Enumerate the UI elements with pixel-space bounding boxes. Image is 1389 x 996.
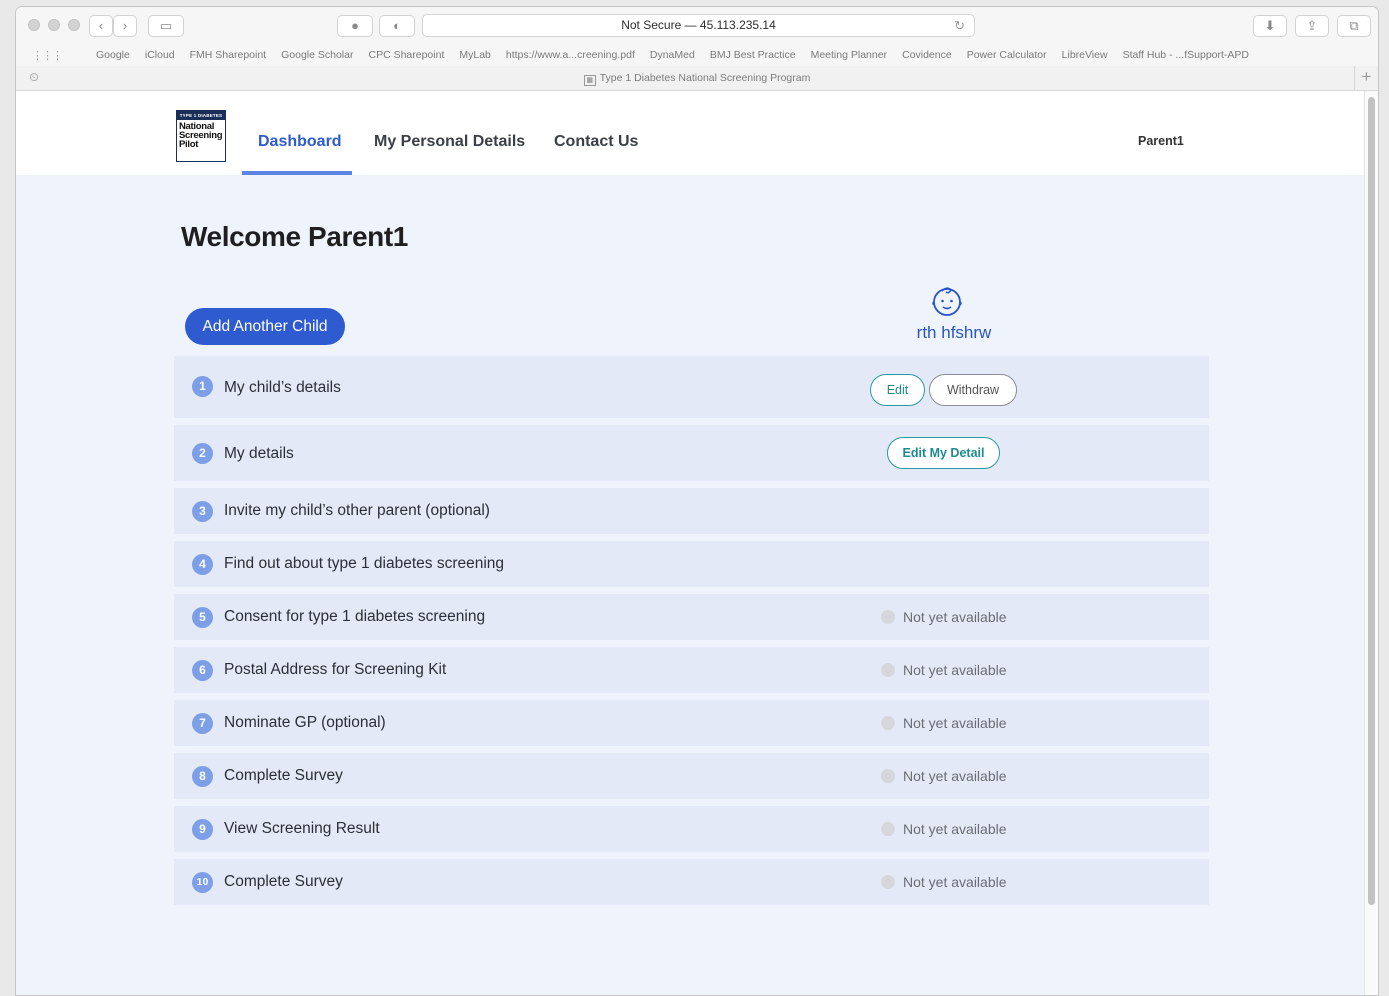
status-text: Not yet available [903, 715, 1007, 731]
status-dot-icon [881, 822, 895, 836]
status-text: Not yet available [903, 609, 1007, 625]
step-number-badge: 2 [192, 443, 213, 464]
browser-toolbar: ‹ › ▭ ● ◐ Not Secure — 45.113.235.14 ↻ ⬇… [16, 7, 1378, 46]
step-row-child-details: 1 My child’s details Edit Withdraw [174, 356, 1209, 418]
site-header: TYPE 1 DIABETES National Screening Pilot… [16, 91, 1366, 175]
reload-icon[interactable]: ↻ [954, 15, 965, 36]
bookmark-item[interactable]: BMJ Best Practice [710, 49, 796, 61]
tab-favicon-icon: ▦ [583, 75, 596, 86]
step-row-invite-parent: 3 Invite my child’s other parent (option… [174, 488, 1209, 534]
step-label[interactable]: Find out about type 1 diabetes screening [224, 555, 504, 573]
bookmark-item[interactable]: LibreView [1062, 49, 1108, 61]
bookmark-item[interactable]: Covidence [902, 49, 952, 61]
child-name[interactable]: rth hfshrw [894, 323, 1014, 343]
step-number-badge: 4 [192, 554, 213, 575]
step-number-badge: 7 [192, 713, 213, 734]
new-tab-button[interactable]: + [1354, 66, 1378, 90]
step-number-badge: 8 [192, 766, 213, 787]
address-bar[interactable]: Not Secure — 45.113.235.14 ↻ [422, 14, 975, 37]
bookmarks-bar: ⋮⋮⋮ Google iCloud FMH Sharepoint Google Sch… [16, 46, 1378, 66]
step-number-badge: 1 [192, 376, 213, 397]
add-another-child-button[interactable]: Add Another Child [185, 308, 345, 345]
user-menu[interactable]: Parent1 [1138, 134, 1184, 148]
logo-text: National Screening Pilot [179, 121, 223, 150]
grammarly-extension-icon[interactable]: ● [337, 15, 373, 37]
step-number-badge: 9 [192, 819, 213, 840]
step-label: Nominate GP (optional) [224, 714, 386, 731]
forward-button[interactable]: › [113, 15, 137, 37]
bookmark-item[interactable]: MyLab [459, 49, 491, 61]
status-text: Not yet available [903, 874, 1007, 890]
url-text: Not Secure — 45.113.235.14 [621, 18, 776, 32]
bookmark-item[interactable]: https://www.a...creening.pdf [506, 49, 635, 61]
nav-my-personal-details[interactable]: My Personal Details [374, 133, 525, 151]
step-label: View Screening Result [224, 820, 380, 837]
step-number-badge: 10 [192, 872, 213, 893]
bookmark-item[interactable]: Google Scholar [281, 49, 353, 61]
bookmark-item[interactable]: iCloud [145, 49, 175, 61]
edit-child-button[interactable]: Edit [870, 374, 925, 406]
privacy-shield-icon[interactable]: ◐ [379, 15, 415, 37]
nav-contact-us[interactable]: Contact Us [554, 133, 638, 151]
favorites-grid-icon[interactable]: ⋮⋮⋮ [32, 49, 63, 62]
status-dot-icon [881, 610, 895, 624]
status-dot-icon [881, 716, 895, 730]
nav-dashboard[interactable]: Dashboard [258, 133, 342, 151]
bookmark-item[interactable]: Staff Hub - ...fSupport-APD [1123, 49, 1249, 61]
status-text: Not yet available [903, 821, 1007, 837]
step-label: Complete Survey [224, 767, 343, 784]
bookmark-item[interactable]: FMH Sharepoint [190, 49, 266, 61]
step-number-badge: 5 [192, 607, 213, 628]
bookmark-item[interactable]: Power Calculator [967, 49, 1047, 61]
step-row-view-result: 9 View Screening Result Not yet availabl… [174, 806, 1209, 852]
step-row-my-details: 2 My details Edit My Detail [174, 425, 1209, 481]
sidebar-toggle-icon[interactable]: ▭ [148, 15, 184, 37]
browser-window: ‹ › ▭ ● ◐ Not Secure — 45.113.235.14 ↻ ⬇… [15, 6, 1379, 996]
logo-band: TYPE 1 DIABETES [177, 111, 225, 120]
step-row-complete-survey-final: 10 Complete Survey Not yet available [174, 859, 1209, 905]
site-logo[interactable]: TYPE 1 DIABETES National Screening Pilot [176, 110, 226, 162]
bookmark-item[interactable]: Google [96, 49, 130, 61]
zoom-window-button[interactable] [68, 19, 80, 31]
bookmark-item[interactable]: CPC Sharepoint [368, 49, 444, 61]
step-label: Complete Survey [224, 873, 343, 890]
tab-title: Type 1 Diabetes National Screening Progr… [599, 72, 811, 84]
share-icon[interactable]: ⇪ [1295, 15, 1329, 37]
active-nav-indicator [242, 171, 352, 175]
step-row-postal-address: 6 Postal Address for Screening Kit Not y… [174, 647, 1209, 693]
bookmark-item[interactable]: Meeting Planner [811, 49, 887, 61]
back-button[interactable]: ‹ [89, 15, 113, 37]
status-dot-icon [881, 663, 895, 677]
page-content: TYPE 1 DIABETES National Screening Pilot… [16, 91, 1366, 995]
page-scrollbar[interactable] [1364, 91, 1378, 995]
step-number-badge: 6 [192, 660, 213, 681]
status-text: Not yet available [903, 662, 1007, 678]
step-label[interactable]: My details [224, 445, 294, 463]
tabs-overview-icon[interactable]: ⧉ [1337, 15, 1371, 37]
step-row-consent: 5 Consent for type 1 diabetes screening … [174, 594, 1209, 640]
page-title: Welcome Parent1 [181, 221, 408, 252]
step-number-badge: 3 [192, 501, 213, 522]
step-label: Consent for type 1 diabetes screening [224, 608, 486, 625]
tab-bar: ⏲ ▦ Type 1 Diabetes National Screening Pr… [16, 66, 1378, 91]
status-text: Not yet available [903, 768, 1007, 784]
scroll-thumb[interactable] [1368, 97, 1375, 905]
step-label: Postal Address for Screening Kit [224, 661, 447, 678]
bookmark-list: Google iCloud FMH Sharepoint Google Scholar… [96, 49, 1249, 61]
step-label[interactable]: My child’s details [224, 379, 341, 397]
bookmark-item[interactable]: DynaMed [650, 49, 695, 61]
step-row-complete-survey: 8 Complete Survey Not yet available [174, 753, 1209, 799]
step-label[interactable]: Invite my child’s other parent (optional… [224, 502, 490, 520]
withdraw-button[interactable]: Withdraw [929, 374, 1017, 406]
downloads-icon[interactable]: ⬇ [1253, 15, 1287, 37]
status-dot-icon [881, 875, 895, 889]
step-row-find-out-screening: 4 Find out about type 1 diabetes screeni… [174, 541, 1209, 587]
baby-face-icon [932, 287, 962, 316]
minimize-window-button[interactable] [48, 19, 60, 31]
status-dot-icon [881, 769, 895, 783]
active-tab[interactable]: ▦ Type 1 Diabetes National Screening Prog… [16, 72, 1378, 86]
edit-my-detail-button[interactable]: Edit My Detail [887, 437, 1000, 469]
step-row-nominate-gp: 7 Nominate GP (optional) Not yet availab… [174, 700, 1209, 746]
close-window-button[interactable] [28, 19, 40, 31]
